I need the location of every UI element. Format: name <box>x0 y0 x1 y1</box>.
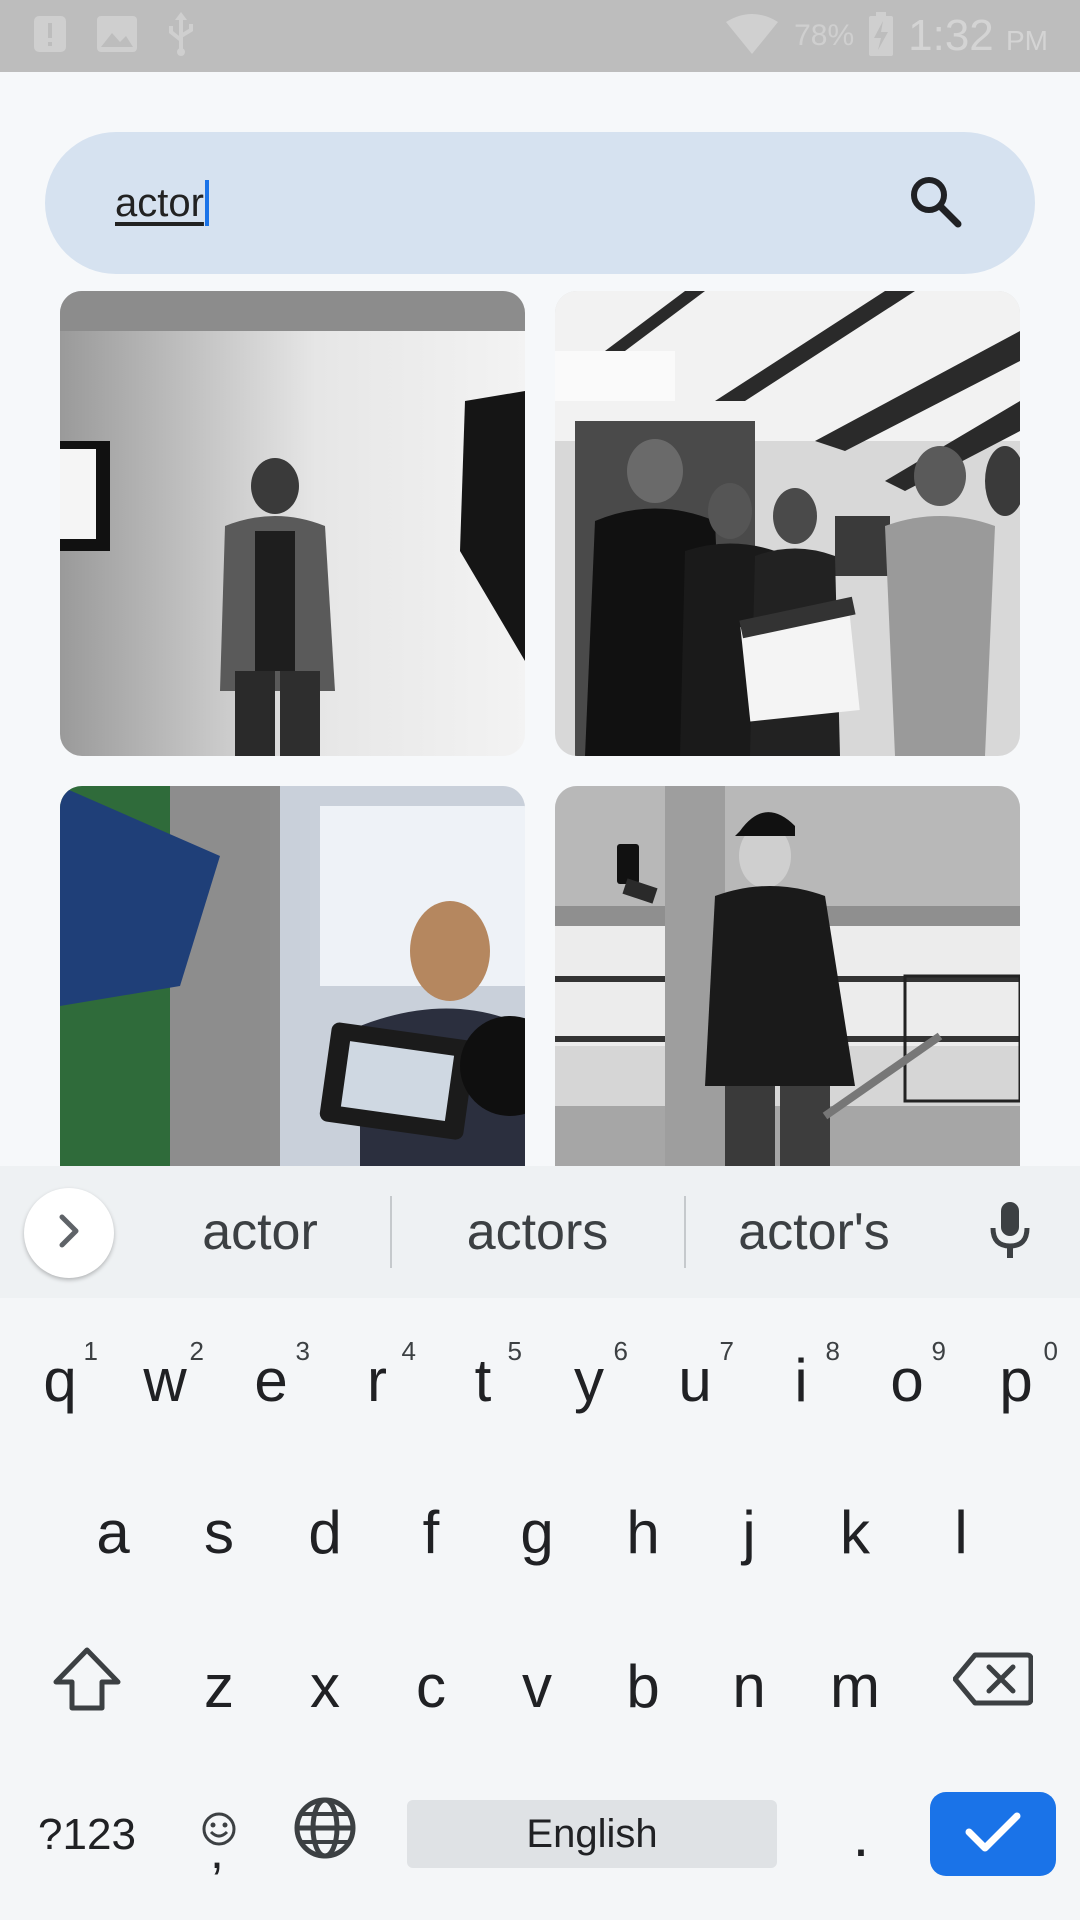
space-key[interactable]: English <box>407 1800 777 1868</box>
key-hint: 5 <box>507 1336 522 1366</box>
search-bar[interactable]: actor <box>45 132 1035 274</box>
content-area: actor <box>0 72 1080 1166</box>
wifi-icon <box>724 13 780 59</box>
key-label: t <box>474 1346 492 1414</box>
key-hint: 8 <box>825 1336 840 1366</box>
key-r[interactable]: r4 <box>324 1310 430 1450</box>
key-d[interactable]: d <box>272 1462 378 1602</box>
battery-percent: 78% <box>794 19 855 52</box>
suggestion-divider <box>390 1196 392 1268</box>
key-e[interactable]: e3 <box>218 1310 324 1450</box>
usb-icon <box>166 11 196 61</box>
key-y[interactable]: y6 <box>536 1310 642 1450</box>
key-hint: 6 <box>613 1336 628 1366</box>
shift-icon <box>52 1646 122 1726</box>
suggestion-3[interactable]: actor's <box>694 1166 934 1298</box>
globe-icon <box>293 1796 357 1874</box>
expand-suggestions-button[interactable] <box>24 1188 114 1278</box>
clock: 1:32 PM <box>908 11 1048 61</box>
search-query: actor <box>115 180 204 225</box>
key-o[interactable]: o9 <box>854 1310 960 1450</box>
key-label: u <box>678 1346 712 1414</box>
backspace-icon <box>952 1651 1034 1721</box>
suggestion-1[interactable]: actor <box>140 1166 380 1298</box>
key-w[interactable]: w2 <box>112 1310 218 1450</box>
key-q[interactable]: q1 <box>8 1310 112 1450</box>
key-label: e <box>254 1346 288 1414</box>
key-g[interactable]: g <box>484 1462 590 1602</box>
image-icon <box>96 15 138 58</box>
image-result-4[interactable] <box>555 786 1020 1166</box>
key-h[interactable]: h <box>590 1462 696 1602</box>
language-key[interactable] <box>272 1770 378 1900</box>
key-hint: 0 <box>1043 1336 1058 1366</box>
key-u[interactable]: u7 <box>642 1310 748 1450</box>
key-hint: 2 <box>189 1336 204 1366</box>
suggestion-divider <box>684 1196 686 1268</box>
key-v[interactable]: v <box>484 1616 590 1756</box>
key-label: y <box>574 1346 604 1414</box>
key-n[interactable]: n <box>696 1616 802 1756</box>
key-hint: 9 <box>931 1336 946 1366</box>
key-hint: 4 <box>401 1336 416 1366</box>
period-key[interactable]: . <box>808 1770 914 1900</box>
key-m[interactable]: m <box>802 1616 908 1756</box>
key-j[interactable]: j <box>696 1462 802 1602</box>
clock-ampm: PM <box>1006 25 1048 56</box>
search-icon <box>907 173 963 234</box>
image-result-3[interactable] <box>60 786 525 1166</box>
battery-charging-icon <box>868 11 894 61</box>
checkmark-icon <box>965 1810 1021 1859</box>
text-caret <box>204 180 209 226</box>
key-label: i <box>794 1346 808 1414</box>
key-z[interactable]: z <box>166 1616 272 1756</box>
clock-time: 1:32 <box>908 11 994 60</box>
comma-label: , <box>210 1823 224 1879</box>
key-x[interactable]: x <box>272 1616 378 1756</box>
voice-input-button[interactable] <box>980 1200 1040 1265</box>
key-b[interactable]: b <box>590 1616 696 1756</box>
microphone-icon <box>988 1200 1032 1265</box>
key-f[interactable]: f <box>378 1462 484 1602</box>
image-result-2[interactable] <box>555 291 1020 756</box>
suggestion-strip: actor actors actor's <box>0 1166 1080 1298</box>
key-s[interactable]: s <box>166 1462 272 1602</box>
shift-key[interactable] <box>20 1616 154 1756</box>
emoji-comma-key[interactable]: , <box>166 1770 272 1900</box>
key-label: r <box>367 1346 387 1414</box>
image-result-1[interactable] <box>60 291 525 756</box>
key-label: w <box>143 1346 187 1414</box>
key-c[interactable]: c <box>378 1616 484 1756</box>
key-hint: 7 <box>719 1336 734 1366</box>
enter-key[interactable] <box>930 1792 1056 1876</box>
key-l[interactable]: l <box>908 1462 1014 1602</box>
key-label: q <box>43 1346 77 1414</box>
key-hint: 3 <box>295 1336 310 1366</box>
key-hint: 1 <box>83 1336 98 1366</box>
key-p[interactable]: p0 <box>960 1310 1072 1450</box>
key-label: p <box>999 1346 1033 1414</box>
chevron-right-icon <box>54 1213 84 1254</box>
key-a[interactable]: a <box>60 1462 166 1602</box>
key-t[interactable]: t5 <box>430 1310 536 1450</box>
symbols-key[interactable]: ?123 <box>20 1770 154 1900</box>
status-bar: 78% 1:32 PM <box>0 0 1080 72</box>
backspace-key[interactable] <box>926 1616 1060 1756</box>
key-i[interactable]: i8 <box>748 1310 854 1450</box>
alert-icon <box>32 14 68 59</box>
key-label: o <box>890 1346 924 1414</box>
suggestion-2[interactable]: actors <box>400 1166 675 1298</box>
search-input[interactable]: actor <box>115 180 209 226</box>
key-k[interactable]: k <box>802 1462 908 1602</box>
search-button[interactable] <box>905 173 965 233</box>
